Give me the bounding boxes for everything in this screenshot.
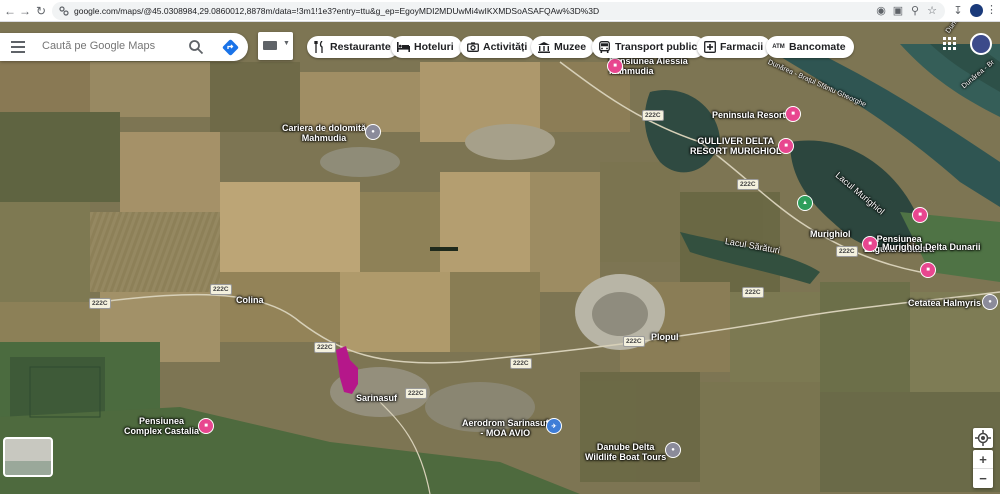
town-label-sarinasuf: Sarinasuf xyxy=(356,393,398,403)
satellite-map[interactable]: Pensiunea Alessia Mahmudia Cariera de do… xyxy=(0,22,1000,494)
town-label-plopul: Plopul xyxy=(651,332,679,342)
download-icon[interactable]: ↧ xyxy=(950,3,966,19)
road-shield: 222C xyxy=(737,179,759,190)
road-shield: 222C xyxy=(623,336,645,347)
reload-icon[interactable]: ↻ xyxy=(34,3,48,19)
town-label-murighiol: Murighiol xyxy=(810,229,851,239)
hotel-pin-icon[interactable]: ■ xyxy=(785,106,801,122)
chip-label: Bancomate xyxy=(789,41,846,53)
zoom-out-button[interactable]: − xyxy=(973,469,993,488)
search-box[interactable] xyxy=(0,33,248,61)
my-location-button[interactable] xyxy=(973,428,993,448)
road-shield: 222C xyxy=(836,246,858,257)
fork-knife-icon xyxy=(313,41,326,54)
chip-label: Muzee xyxy=(554,41,587,53)
place-label-danube-tours[interactable]: Danube Delta Wildlife Boat Tours xyxy=(585,442,666,462)
park-pin-icon[interactable]: ▲ xyxy=(797,195,813,211)
airport-pin-icon[interactable]: ✈ xyxy=(546,418,562,434)
chip-label: Hoteluri xyxy=(414,41,454,53)
search-icon[interactable] xyxy=(188,39,204,55)
road-shield: 222C xyxy=(642,110,664,121)
zoom-icon[interactable]: ⚲ xyxy=(907,3,923,19)
road-shield: 222C xyxy=(89,298,111,309)
crosshair-icon xyxy=(975,430,991,446)
chip-label: Restaurante xyxy=(330,41,391,53)
chevron-down-icon: ▼ xyxy=(283,40,290,47)
hotel-pin-icon[interactable]: ■ xyxy=(912,207,928,223)
zoom-in-button[interactable]: + xyxy=(973,450,993,469)
chip-restaurante[interactable]: Restaurante xyxy=(307,36,399,58)
chip-activitati[interactable]: Activități xyxy=(460,36,536,58)
bookmark-star-icon[interactable]: ☆ xyxy=(924,3,940,19)
directions-icon[interactable] xyxy=(222,39,239,56)
chip-hoteluri[interactable]: Hoteluri xyxy=(391,36,462,58)
browser-menu-icon[interactable]: ⋮ xyxy=(986,3,997,16)
chip-label: Transport public xyxy=(615,41,698,53)
place-label-gulliver[interactable]: GULLIVER DELTA RESORT MURIGHIOL xyxy=(690,136,782,156)
landmark-pin-icon[interactable]: ● xyxy=(982,294,998,310)
hotel-pin-icon[interactable]: ■ xyxy=(778,138,794,154)
chip-farmacii[interactable]: Farmacii xyxy=(697,36,772,58)
road-shield: 222C xyxy=(405,388,427,399)
town-label-colina: Colina xyxy=(236,295,264,305)
road-shield: 222C xyxy=(510,358,532,369)
menu-icon[interactable] xyxy=(11,41,25,53)
place-label-aerodrom[interactable]: Aerodrom Sarinasuf - MOA AVIO xyxy=(462,418,549,438)
browser-toolbar: ← → ↻ google.com/maps/@45.0308984,29.086… xyxy=(0,0,1000,22)
pharmacy-icon xyxy=(703,41,716,54)
place-label-cariera[interactable]: Cariera de dolomită Mahmudia xyxy=(282,123,366,143)
site-settings-icon[interactable] xyxy=(58,5,70,17)
road-shield: 222C xyxy=(314,342,336,353)
chip-label: Activități xyxy=(483,41,528,53)
back-icon[interactable]: ← xyxy=(3,3,17,19)
profile-avatar[interactable] xyxy=(970,4,983,17)
bed-icon xyxy=(397,41,410,54)
forward-icon[interactable]: → xyxy=(18,3,32,19)
layer-toggle-button[interactable]: ▼ xyxy=(258,32,293,60)
hotel-pin-icon[interactable]: ■ xyxy=(198,418,214,434)
search-input[interactable] xyxy=(42,40,182,52)
map-type-thumbnail[interactable] xyxy=(3,437,53,477)
chip-label: Farmacii xyxy=(720,41,764,53)
location-icon[interactable]: ◉ xyxy=(873,3,889,19)
atm-icon: ATM xyxy=(772,44,785,50)
landmark-pin-icon[interactable]: ● xyxy=(665,442,681,458)
account-avatar[interactable] xyxy=(970,33,992,55)
address-bar[interactable]: google.com/maps/@45.0308984,29.0860012,8… xyxy=(52,2,945,20)
zoom-controls: + − xyxy=(973,450,993,488)
place-label-peninsula-resort[interactable]: Peninsula Resort xyxy=(712,110,786,120)
hotel-pin-icon[interactable]: ■ xyxy=(607,58,623,74)
place-label-murighiol-delta[interactable]: Murighiol Delta Dunarii xyxy=(882,242,981,252)
keyboard-icon xyxy=(263,41,277,50)
install-icon[interactable]: ▣ xyxy=(890,3,906,19)
road-shield: 222C xyxy=(210,284,232,295)
camera-icon xyxy=(466,41,479,54)
chip-muzee[interactable]: Muzee xyxy=(531,36,595,58)
hotel-pin-icon[interactable]: ■ xyxy=(920,262,936,278)
road-shield: 222C xyxy=(742,287,764,298)
place-label-pensiunea-castalia[interactable]: Pensiunea Complex Castalia xyxy=(124,416,199,436)
hotel-pin-icon[interactable]: ■ xyxy=(862,236,878,252)
chip-bancomate[interactable]: ATM Bancomate xyxy=(766,36,854,58)
google-apps-icon[interactable] xyxy=(943,37,957,51)
landmark-pin-icon[interactable]: ● xyxy=(365,124,381,140)
place-label-cetatea-halmyris[interactable]: Cetatea Halmyris xyxy=(908,298,981,308)
bus-icon xyxy=(598,41,611,54)
chip-transport-public[interactable]: Transport public xyxy=(592,36,706,58)
museum-icon xyxy=(537,41,550,54)
url-text[interactable]: google.com/maps/@45.0308984,29.0860012,8… xyxy=(74,4,599,18)
